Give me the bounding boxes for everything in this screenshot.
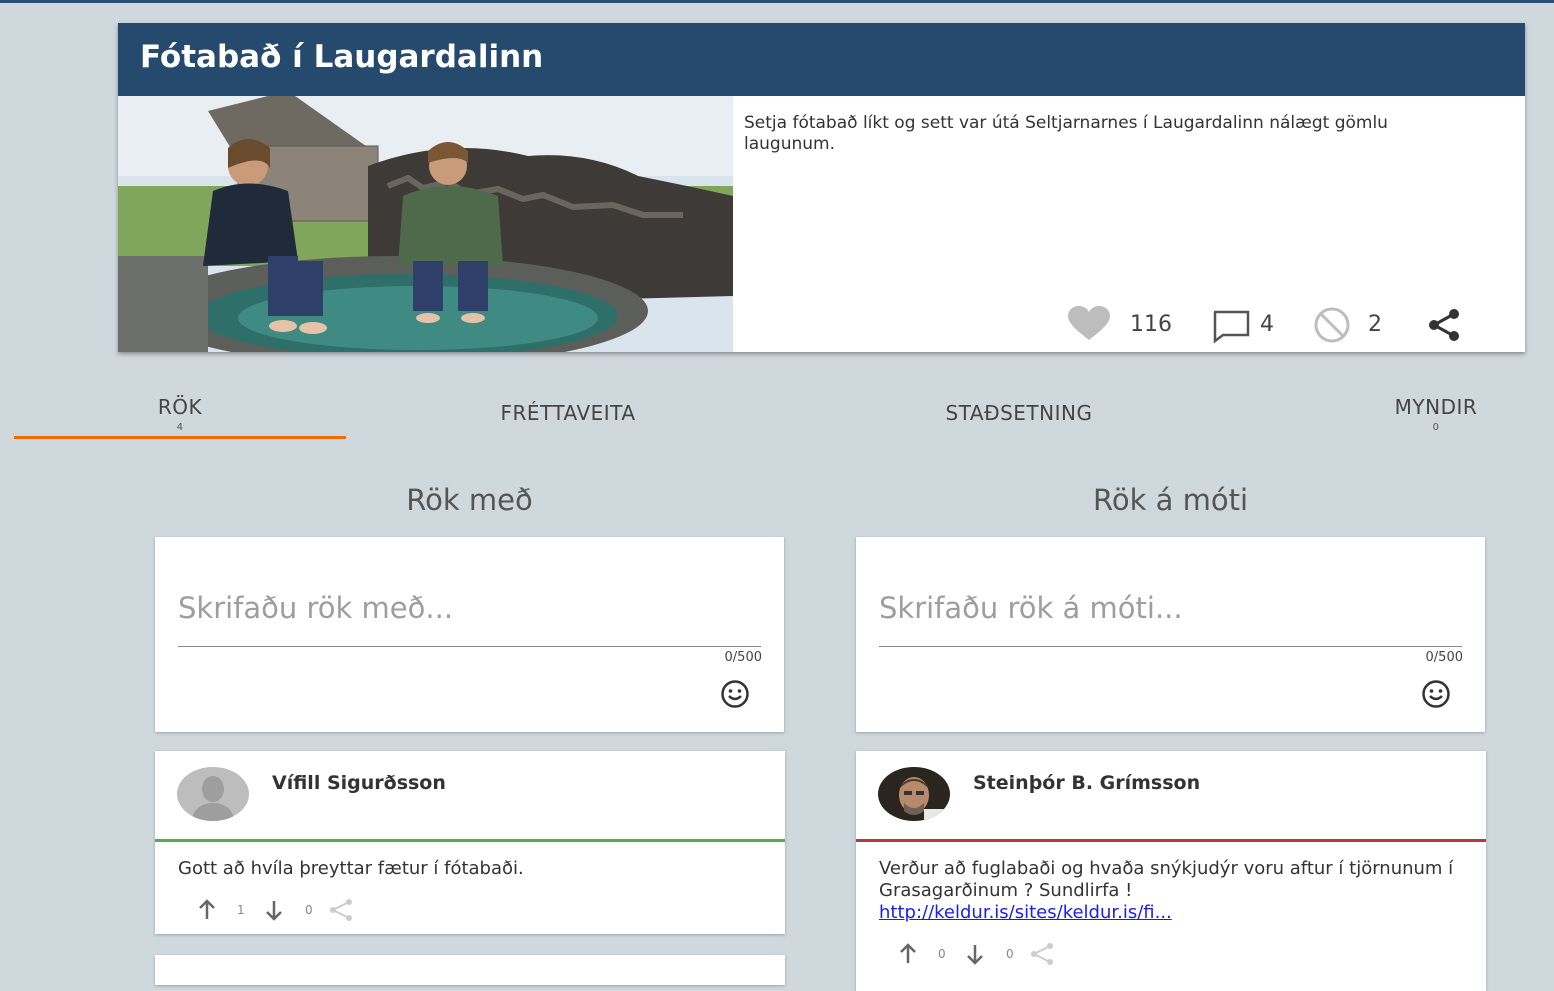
argument-card-for-next: [155, 955, 785, 985]
against-separator: [856, 839, 1486, 842]
dislikes-count: 2: [1368, 312, 1382, 337]
tab-myndir-count: 0: [1432, 422, 1440, 433]
column-title-for: Rök með: [406, 483, 533, 517]
emoji-icon[interactable]: [1421, 679, 1451, 713]
avatar[interactable]: [878, 767, 950, 821]
argument-text: Verður að fuglabaði og hvaða snýkjudýr v…: [879, 858, 1459, 924]
idea-photo[interactable]: [118, 96, 733, 352]
compose-against: Skrifaðu rök á móti... 0/500: [856, 537, 1485, 732]
tab-myndir-label: MYNDIR: [1394, 395, 1478, 419]
block-icon[interactable]: [1309, 307, 1355, 347]
avatar-photo-image: [878, 767, 950, 821]
avatar-placeholder-icon: [177, 767, 249, 821]
argument-card-for: Vífill Sigurðsson Gott að hvíla þreyttar…: [155, 751, 785, 934]
tab-rok[interactable]: RÖK 4: [130, 395, 230, 433]
idea-header: Fótabað í Laugardalinn: [118, 23, 1525, 96]
avatar[interactable]: [177, 767, 249, 821]
argument-for-input[interactable]: Skrifaðu rök með...: [178, 591, 453, 625]
argument-author[interactable]: Steinþór B. Grímsson: [973, 772, 1200, 794]
argument-card-against: Steinþór B. Grímsson Verður að fuglabaði…: [856, 751, 1486, 991]
emoji-icon[interactable]: [720, 679, 750, 713]
upvote-count: 0: [938, 947, 946, 961]
share-icon[interactable]: [1028, 942, 1056, 970]
active-tab-indicator: [14, 436, 346, 439]
char-counter: 0/500: [1425, 650, 1463, 665]
tab-frettaveita[interactable]: FRÉTTAVEITA: [458, 401, 678, 425]
argument-against-input[interactable]: Skrifaðu rök á móti...: [879, 591, 1183, 625]
likes-count: 116: [1130, 312, 1172, 337]
foot-bath-photo-image: [118, 96, 733, 352]
heart-icon[interactable]: [1066, 306, 1112, 346]
vote-up-icon[interactable]: [195, 898, 219, 926]
vote-down-icon[interactable]: [262, 898, 286, 926]
share-icon[interactable]: [327, 898, 355, 926]
compose-for: Skrifaðu rök með... 0/500: [155, 537, 784, 732]
tab-stadsetning-label: STAÐSETNING: [945, 401, 1093, 425]
share-icon[interactable]: [1426, 308, 1462, 346]
comments-count: 4: [1260, 312, 1274, 337]
vote-down-icon[interactable]: [963, 942, 987, 970]
idea-card: Fótabað í Laugardalinn Setja fótabað lík…: [118, 23, 1525, 352]
tab-myndir[interactable]: MYNDIR 0: [1376, 395, 1496, 433]
tab-frettaveita-label: FRÉTTAVEITA: [500, 401, 636, 425]
input-underline: [879, 646, 1462, 647]
for-separator: [155, 839, 785, 842]
idea-description: Setja fótabað líkt og sett var útá Seltj…: [744, 113, 1388, 154]
tab-stadsetning[interactable]: STAÐSETNING: [903, 401, 1135, 425]
downvote-count: 0: [1006, 947, 1014, 961]
argument-link[interactable]: http://keldur.is/sites/keldur.is/fi...: [879, 902, 1172, 923]
upvote-count: 1: [237, 903, 245, 917]
tab-rok-count: 4: [176, 422, 184, 433]
argument-text-body: Verður að fuglabaði og hvaða snýkjudýr v…: [879, 858, 1454, 901]
tab-rok-label: RÖK: [157, 395, 203, 419]
idea-title: Fótabað í Laugardalinn: [140, 39, 544, 75]
vote-up-icon[interactable]: [896, 942, 920, 970]
argument-author[interactable]: Vífill Sigurðsson: [272, 772, 446, 794]
input-underline: [178, 646, 761, 647]
comment-icon[interactable]: [1211, 309, 1251, 347]
char-counter: 0/500: [724, 650, 762, 665]
argument-text: Gott að hvíla þreyttar fætur í fótabaði.: [178, 858, 524, 879]
column-title-against: Rök á móti: [1092, 483, 1248, 517]
downvote-count: 0: [305, 903, 313, 917]
top-bar: [0, 0, 1554, 3]
